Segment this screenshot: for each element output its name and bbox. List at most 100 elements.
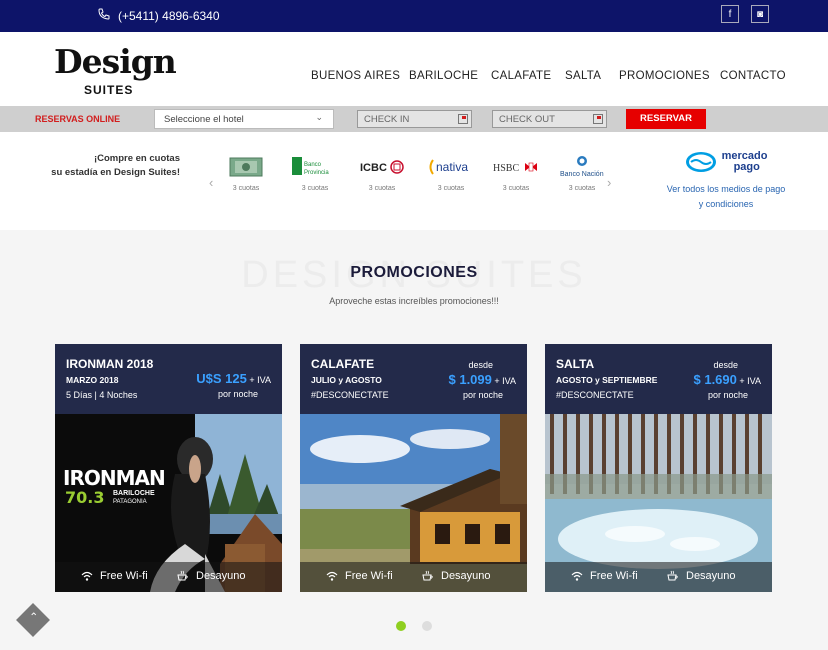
- amenity-breakfast: Desayuno: [177, 570, 246, 582]
- mercado-pago-logo: mercado pago: [656, 150, 796, 174]
- promo-card-salta[interactable]: SALTA AGOSTO y SEPTIEMBRE #DESCONECTATE …: [545, 344, 772, 592]
- price-iva: + IVA: [739, 376, 761, 386]
- payment-methods-link[interactable]: Ver todos los medios de pago y condicion…: [656, 182, 796, 212]
- card-extra: #DESCONECTATE: [556, 390, 634, 400]
- svg-text:nativa: nativa: [436, 160, 468, 174]
- bank-cuotas: 3 cuotas: [502, 185, 530, 192]
- mercado-pago[interactable]: mercado pago Ver todos los medios de pag…: [656, 150, 796, 212]
- wifi-icon: [571, 571, 583, 581]
- phone-contact[interactable]: (+5411) 4896-6340: [98, 8, 220, 23]
- nav-contacto[interactable]: CONTACTO: [720, 70, 786, 82]
- reservar-button[interactable]: RESERVAR: [626, 109, 706, 129]
- link-line-2: y condiciones: [698, 199, 754, 209]
- phone-number: (+5411) 4896-6340: [118, 8, 220, 23]
- icbc-logo-icon: ICBC: [347, 154, 417, 180]
- svg-text:HSBC: HSBC: [493, 163, 519, 174]
- card-price: U$S 125 + IVA: [196, 371, 271, 386]
- check-in-field[interactable]: CHECK IN: [357, 110, 472, 128]
- wifi-label: Free Wi-fi: [345, 570, 393, 582]
- coffee-cup-icon: [667, 570, 678, 581]
- promo-line-2: su estadía en Design Suites!: [51, 167, 180, 178]
- card-title: SALTA: [556, 357, 595, 371]
- card-date: JULIO y AGOSTO: [311, 375, 382, 385]
- card-per-night: por noche: [217, 389, 258, 399]
- calendar-icon: [458, 114, 468, 124]
- top-bar: (+5411) 4896-6340 f ◙: [0, 0, 828, 32]
- carousel-dot-1[interactable]: [395, 621, 406, 631]
- coffee-cup-icon: [177, 570, 188, 581]
- link-line-1: Ver todos los medios de pago: [666, 184, 786, 194]
- bank-cuotas: 3 cuotas: [301, 185, 329, 192]
- booking-bar: RESERVAS ONLINE Seleccione el hotel ⌄ CH…: [0, 106, 828, 132]
- payment-methods: ¡Compre en cuotas su estadía en Design S…: [0, 132, 828, 230]
- svg-text:Provincia: Provincia: [304, 170, 329, 176]
- check-out-field[interactable]: CHECK OUT: [492, 110, 607, 128]
- breakfast-label: Desayuno: [686, 570, 736, 582]
- svg-text:Banco Nación: Banco Nación: [560, 171, 604, 178]
- carousel-dot-2[interactable]: [422, 621, 433, 631]
- bank-cuotas: 3 cuotas: [232, 185, 260, 192]
- svg-text:Banco: Banco: [304, 162, 322, 168]
- ironman-703-text: 70.3: [65, 488, 105, 507]
- carousel-next-icon[interactable]: ›: [607, 175, 611, 190]
- section-title: PROMOCIONES: [350, 264, 478, 281]
- nav-calafate[interactable]: CALAFATE: [491, 70, 551, 82]
- amenity-wifi: Free Wi-fi: [81, 570, 148, 582]
- booking-label: RESERVAS ONLINE: [35, 114, 121, 124]
- card-title: CALAFATE: [311, 357, 375, 371]
- price-value: $ 1.099: [448, 372, 492, 387]
- price-iva: + IVA: [494, 376, 516, 386]
- logo[interactable]: Design: [54, 42, 177, 81]
- nativa-logo-icon: nativa: [416, 154, 486, 180]
- breakfast-label: Desayuno: [441, 570, 491, 582]
- calendar-icon: [593, 114, 603, 124]
- bank-nativa: nativa 3 cuotas: [416, 154, 486, 192]
- amenity-breakfast: Desayuno: [667, 570, 736, 582]
- wifi-label: Free Wi-fi: [590, 570, 638, 582]
- site-header: Design SUITES BUENOS AIRES BARILOCHE CAL…: [0, 32, 828, 106]
- wifi-label: Free Wi-fi: [100, 570, 148, 582]
- promo-card-calafate[interactable]: CALAFATE JULIO y AGOSTO #DESCONECTATE de…: [300, 344, 527, 592]
- hsbc-logo-icon: HSBC: [481, 154, 551, 180]
- promo-line-1: ¡Compre en cuotas: [93, 153, 180, 164]
- promo-card-ironman[interactable]: IRONMAN 2018 MARZO 2018 5 Días | 4 Noche…: [55, 344, 282, 592]
- mp-line-2: pago: [733, 161, 760, 173]
- nav-bariloche[interactable]: BARILOCHE: [409, 70, 478, 82]
- handshake-icon: [685, 152, 716, 172]
- card-date: AGOSTO y SEPTIEMBRE: [556, 375, 658, 385]
- hotel-select[interactable]: Seleccione el hotel ⌄: [154, 109, 334, 129]
- bank-icbc: ICBC 3 cuotas: [347, 154, 417, 192]
- logo-subtitle: SUITES: [84, 83, 134, 97]
- carousel-dots: [0, 618, 828, 636]
- price-value: U$S 125: [196, 371, 247, 386]
- card-header: SALTA AGOSTO y SEPTIEMBRE #DESCONECTATE …: [545, 344, 772, 414]
- card-date: MARZO 2018: [66, 375, 119, 385]
- bank-amex: 3 cuotas: [211, 154, 281, 192]
- chevron-up-icon: ⌃: [29, 611, 39, 624]
- section-subtitle: Aproveche estas increíbles promociones!!…: [329, 296, 499, 306]
- nav-salta[interactable]: SALTA: [565, 70, 601, 82]
- bank-provincia: Banco Provincia 3 cuotas: [280, 154, 350, 192]
- instagram-icon[interactable]: ◙: [751, 5, 769, 23]
- svg-text:ICBC: ICBC: [360, 162, 387, 174]
- card-amenities: Free Wi-fi Desayuno: [545, 562, 772, 592]
- nav-buenos-aires[interactable]: BUENOS AIRES: [311, 70, 400, 82]
- ironman-logo-text: IRONMAN: [63, 466, 166, 490]
- breakfast-label: Desayuno: [196, 570, 246, 582]
- card-price: $ 1.099 + IVA: [449, 372, 517, 387]
- bank-hsbc: HSBC 3 cuotas: [481, 154, 551, 192]
- price-value: $ 1.690: [693, 372, 737, 387]
- card-header: CALAFATE JULIO y AGOSTO #DESCONECTATE de…: [300, 344, 527, 414]
- card-title: IRONMAN 2018: [66, 357, 154, 371]
- ironman-bariloche-text: BARILOCHE: [113, 490, 155, 497]
- facebook-icon[interactable]: f: [721, 5, 739, 23]
- card-extra: 5 Días | 4 Noches: [66, 390, 138, 400]
- card-extra: #DESCONECTATE: [311, 390, 389, 400]
- check-in-placeholder: CHECK IN: [364, 114, 410, 125]
- wifi-icon: [81, 571, 93, 581]
- amex-logo-icon: [211, 154, 281, 180]
- amenity-breakfast: Desayuno: [422, 570, 491, 582]
- wifi-icon: [326, 571, 338, 581]
- card-from: desde: [468, 360, 493, 370]
- nav-promociones[interactable]: PROMOCIONES: [619, 70, 710, 82]
